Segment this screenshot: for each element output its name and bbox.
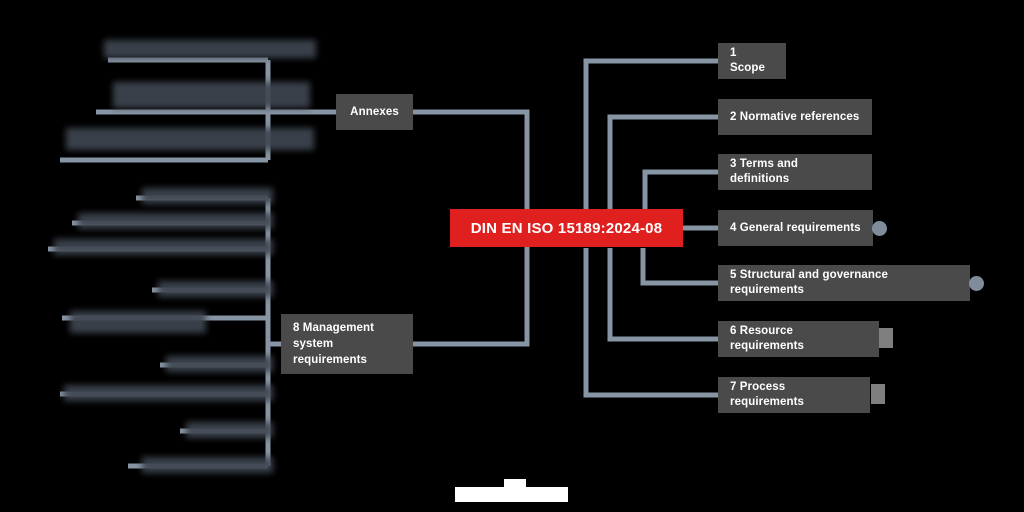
redacted-bottom-bar xyxy=(455,487,568,502)
node-5-structural-and-governance-requirements[interactable]: 5 Structural and governance requirements xyxy=(718,265,970,301)
redacted-annex-child-1[interactable] xyxy=(104,40,316,58)
node-annexes[interactable]: Annexes xyxy=(336,94,413,130)
redacted-management-child-6[interactable] xyxy=(166,356,273,372)
redacted-management-child-4[interactable] xyxy=(158,281,273,297)
expand-handle-node-5[interactable] xyxy=(969,276,984,291)
node-4-general-requirements[interactable]: 4 General requirements xyxy=(718,210,873,246)
node-3-terms-and-definitions[interactable]: 3 Terms and definitions xyxy=(718,154,872,190)
redacted-annex-child-2[interactable] xyxy=(113,82,310,108)
expand-handle-node-7[interactable] xyxy=(871,384,885,404)
connector-lines xyxy=(48,57,718,469)
redacted-annex-child-3[interactable] xyxy=(66,128,314,150)
redacted-management-child-2[interactable] xyxy=(78,213,273,229)
node-1-scope[interactable]: 1 Scope xyxy=(718,43,786,79)
redacted-management-child-3[interactable] xyxy=(54,239,273,255)
node-6-resource-requirements[interactable]: 6 Resource requirements xyxy=(718,321,879,357)
redacted-bottom-bar-top xyxy=(504,479,526,487)
redacted-management-child-1[interactable] xyxy=(142,188,273,204)
expand-handle-node-6[interactable] xyxy=(879,328,893,348)
node-2-normative-references[interactable]: 2 Normative references xyxy=(718,99,872,135)
redacted-management-child-8[interactable] xyxy=(186,422,273,438)
node-8-management-system-requirements[interactable]: 8 Management system requirements xyxy=(281,314,413,374)
mindmap-canvas: DIN EN ISO 15189:2024-08 1 Scope 2 Norma… xyxy=(0,0,1024,512)
redacted-management-child-7[interactable] xyxy=(64,385,273,401)
center-node-din-en-iso-15189[interactable]: DIN EN ISO 15189:2024-08 xyxy=(450,209,683,247)
expand-handle-node-4[interactable] xyxy=(872,221,887,236)
redacted-management-child-9[interactable] xyxy=(142,457,273,473)
redacted-management-child-5[interactable] xyxy=(70,311,206,333)
node-7-process-requirements[interactable]: 7 Process requirements xyxy=(718,377,870,413)
